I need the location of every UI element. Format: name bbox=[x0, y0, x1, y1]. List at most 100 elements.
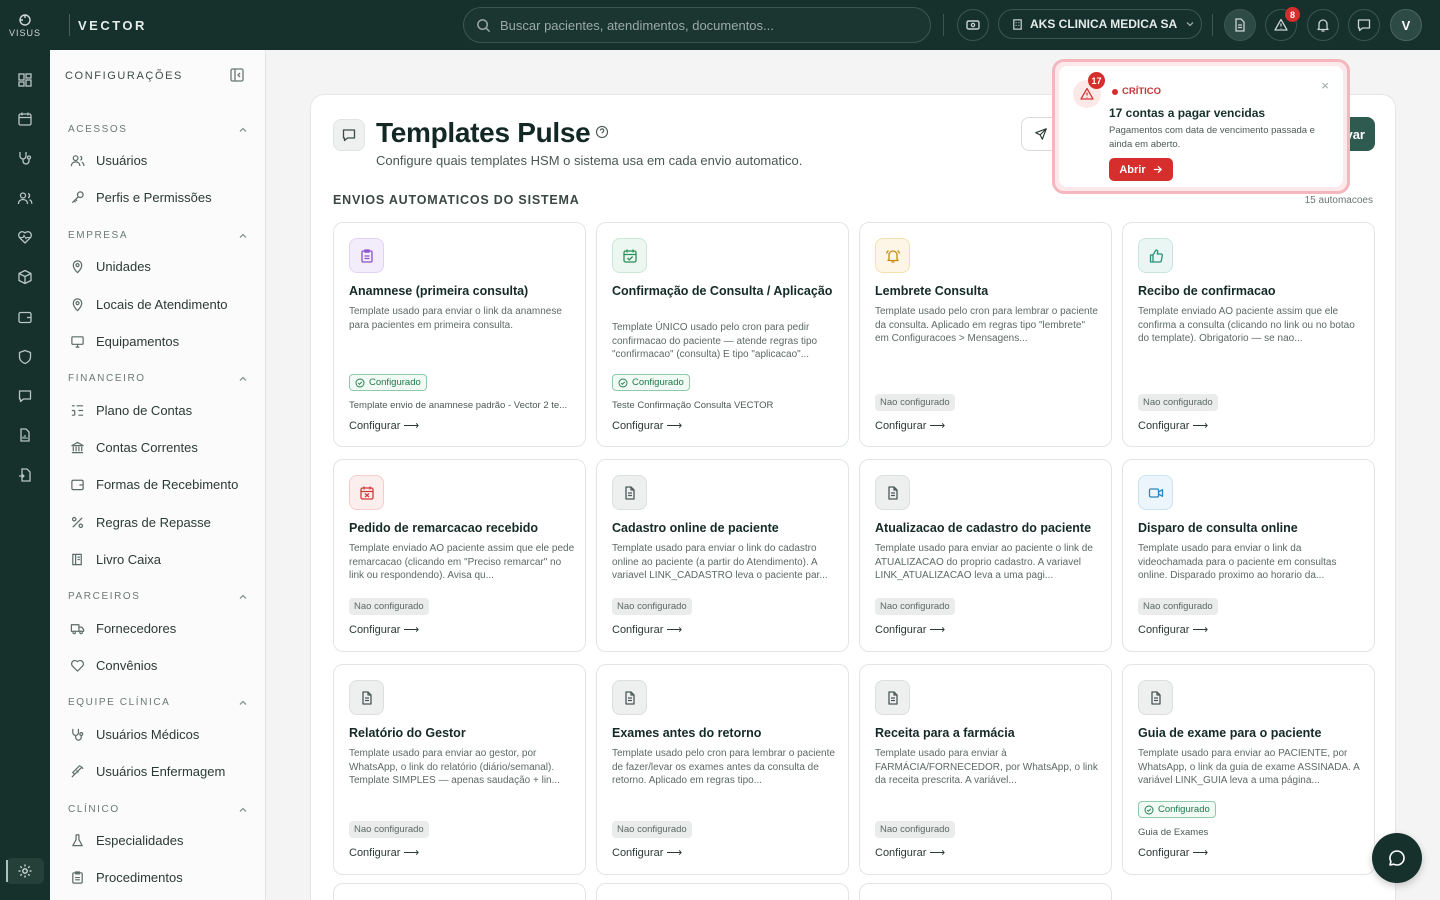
nav-usuarios[interactable]: Usuários bbox=[68, 148, 258, 172]
template-name: Teste Confirmação Consulta VECTOR bbox=[612, 400, 774, 411]
configure-link[interactable]: Configurar ⟶ bbox=[349, 419, 419, 432]
cash-register-button[interactable] bbox=[957, 9, 989, 41]
nav-plano-contas[interactable]: Plano de Contas bbox=[68, 398, 258, 422]
template-card[interactable]: Exames antes do retorno Template usado p… bbox=[596, 664, 849, 875]
messages-button[interactable] bbox=[1348, 9, 1380, 41]
nav-contas-correntes[interactable]: Contas Correntes bbox=[68, 435, 258, 459]
alerts-button[interactable]: 8 bbox=[1265, 7, 1300, 41]
rail-atendimento[interactable] bbox=[14, 147, 36, 169]
flask-icon bbox=[68, 831, 86, 849]
section-acessos[interactable]: ACESSOS bbox=[68, 124, 248, 135]
rail-settings[interactable] bbox=[14, 860, 36, 882]
section-label: CLÍNICO bbox=[68, 804, 120, 815]
global-search[interactable]: Buscar pacientes, atendimentos, document… bbox=[463, 7, 931, 43]
documents-button[interactable] bbox=[1224, 9, 1256, 41]
configure-link[interactable]: Configurar ⟶ bbox=[875, 846, 945, 859]
rail-health[interactable] bbox=[14, 226, 36, 248]
configure-link[interactable]: Configurar ⟶ bbox=[349, 623, 419, 636]
brand-name: VECTOR bbox=[78, 17, 147, 33]
section-parceiros[interactable]: PARCEIROS bbox=[68, 591, 248, 602]
configure-link[interactable]: Configurar ⟶ bbox=[612, 419, 682, 432]
rail-patients[interactable] bbox=[14, 187, 36, 209]
chat-support-button[interactable] bbox=[1372, 833, 1422, 883]
rail-reports[interactable] bbox=[14, 424, 36, 446]
configure-link[interactable]: Configurar ⟶ bbox=[875, 419, 945, 432]
configure-link[interactable]: Configurar ⟶ bbox=[1138, 419, 1208, 432]
template-card-partial[interactable] bbox=[859, 883, 1112, 900]
template-card[interactable]: Relatório do Gestor Template usado para … bbox=[333, 664, 586, 875]
configure-link[interactable]: Configurar ⟶ bbox=[1138, 623, 1208, 636]
section-empresa[interactable]: EMPRESA bbox=[68, 230, 248, 241]
nav-livro-caixa[interactable]: Livro Caixa bbox=[68, 547, 258, 571]
section-financeiro[interactable]: FINANCEIRO bbox=[68, 373, 248, 384]
nav-label: Locais de Atendimento bbox=[96, 296, 228, 312]
template-card[interactable]: Confirmação de Consulta / Aplicação Temp… bbox=[596, 222, 849, 447]
rail-agenda[interactable] bbox=[14, 108, 36, 130]
status-text: Configurado bbox=[1158, 804, 1210, 815]
company-selector[interactable]: AKS CLINICA MEDICA SA bbox=[998, 9, 1202, 39]
search-input[interactable]: Buscar pacientes, atendimentos, document… bbox=[500, 18, 774, 33]
rail-documents[interactable] bbox=[14, 464, 36, 486]
template-card[interactable]: Guia de exame para o paciente Template u… bbox=[1122, 664, 1375, 875]
document-icon bbox=[349, 680, 384, 715]
document-icon bbox=[1138, 680, 1173, 715]
nav-usuarios-medicos[interactable]: Usuários Médicos bbox=[68, 722, 258, 746]
configure-link[interactable]: Configurar ⟶ bbox=[875, 623, 945, 636]
template-card[interactable]: Atualizacao de cadastro do paciente Temp… bbox=[859, 459, 1112, 652]
rail-dashboard[interactable] bbox=[14, 69, 36, 91]
severity-label: CRÍTICO bbox=[1112, 86, 1161, 97]
nav-procedimentos[interactable]: Procedimentos bbox=[68, 865, 258, 889]
templates-grid: Anamnese (primeira consulta) Template us… bbox=[333, 222, 1375, 875]
template-card[interactable]: Recibo de confirmacao Template enviado A… bbox=[1122, 222, 1375, 447]
section-clinico[interactable]: CLÍNICO bbox=[68, 804, 248, 815]
template-card[interactable]: Cadastro online de paciente Template usa… bbox=[596, 459, 849, 652]
template-card-partial[interactable] bbox=[596, 883, 849, 900]
rail-finance[interactable] bbox=[14, 306, 36, 328]
document-icon bbox=[612, 680, 647, 715]
configure-link[interactable]: Configurar ⟶ bbox=[612, 623, 682, 636]
rail-security[interactable] bbox=[14, 346, 36, 368]
nav-regras-repasse[interactable]: Regras de Repasse bbox=[68, 510, 258, 534]
nav-usuarios-enfermagem[interactable]: Usuários Enfermagem bbox=[68, 759, 258, 783]
monitor-icon bbox=[68, 332, 86, 350]
logo-mark-icon bbox=[19, 13, 31, 26]
template-card[interactable]: Anamnese (primeira consulta) Template us… bbox=[333, 222, 586, 447]
card-description: Template usado para enviar o link da vid… bbox=[1138, 543, 1337, 581]
template-card[interactable]: Disparo de consulta online Template usad… bbox=[1122, 459, 1375, 652]
section-label: PARCEIROS bbox=[68, 591, 141, 602]
nav-unidades[interactable]: Unidades bbox=[68, 254, 258, 278]
toast-count-badge: 17 bbox=[1088, 72, 1105, 89]
nav-fornecedores[interactable]: Fornecedores bbox=[68, 616, 258, 640]
notifications-button[interactable] bbox=[1307, 9, 1339, 41]
template-card[interactable]: Pedido de remarcacao recebido Template e… bbox=[333, 459, 586, 652]
help-icon[interactable] bbox=[595, 125, 609, 139]
visus-logo[interactable]: VISUS bbox=[0, 0, 50, 50]
close-icon[interactable]: × bbox=[1321, 78, 1329, 93]
nav-locais[interactable]: Locais de Atendimento bbox=[68, 292, 258, 316]
section-equipe-clinica[interactable]: EQUIPE CLÍNICA bbox=[68, 697, 248, 708]
collapse-sidebar-button[interactable] bbox=[229, 67, 245, 83]
nav-label: Unidades bbox=[96, 258, 151, 274]
nav-convenios[interactable]: Convênios bbox=[68, 653, 258, 677]
template-card-partial[interactable] bbox=[333, 883, 586, 900]
configure-link[interactable]: Configurar ⟶ bbox=[1138, 846, 1208, 859]
nav-especialidades[interactable]: Especialidades bbox=[68, 828, 258, 852]
status-badge: Nao configurado bbox=[875, 598, 955, 615]
rail-stock[interactable] bbox=[14, 266, 36, 288]
nav-label: Contas Correntes bbox=[96, 439, 198, 455]
template-card[interactable]: Receita para a farmácia Template usado p… bbox=[859, 664, 1112, 875]
status-badge: Configurado bbox=[1138, 801, 1216, 818]
user-avatar[interactable]: V bbox=[1390, 9, 1422, 41]
configure-link[interactable]: Configurar ⟶ bbox=[612, 846, 682, 859]
nav-perfis[interactable]: Perfis e Permissões bbox=[68, 185, 258, 209]
open-alert-button[interactable]: Abrir bbox=[1109, 158, 1173, 181]
configure-link[interactable]: Configurar ⟶ bbox=[349, 846, 419, 859]
send-icon bbox=[1035, 128, 1047, 140]
rail-messages[interactable] bbox=[14, 385, 36, 407]
nav-equipamentos[interactable]: Equipamentos bbox=[68, 329, 258, 353]
template-card[interactable]: Lembrete Consulta Template usado pelo cr… bbox=[859, 222, 1112, 447]
nav-formas-recebimento[interactable]: Formas de Recebimento bbox=[68, 472, 258, 496]
nav-label: Equipamentos bbox=[96, 333, 180, 349]
list-tree-icon bbox=[68, 401, 86, 419]
status-text: Configurado bbox=[369, 377, 421, 388]
